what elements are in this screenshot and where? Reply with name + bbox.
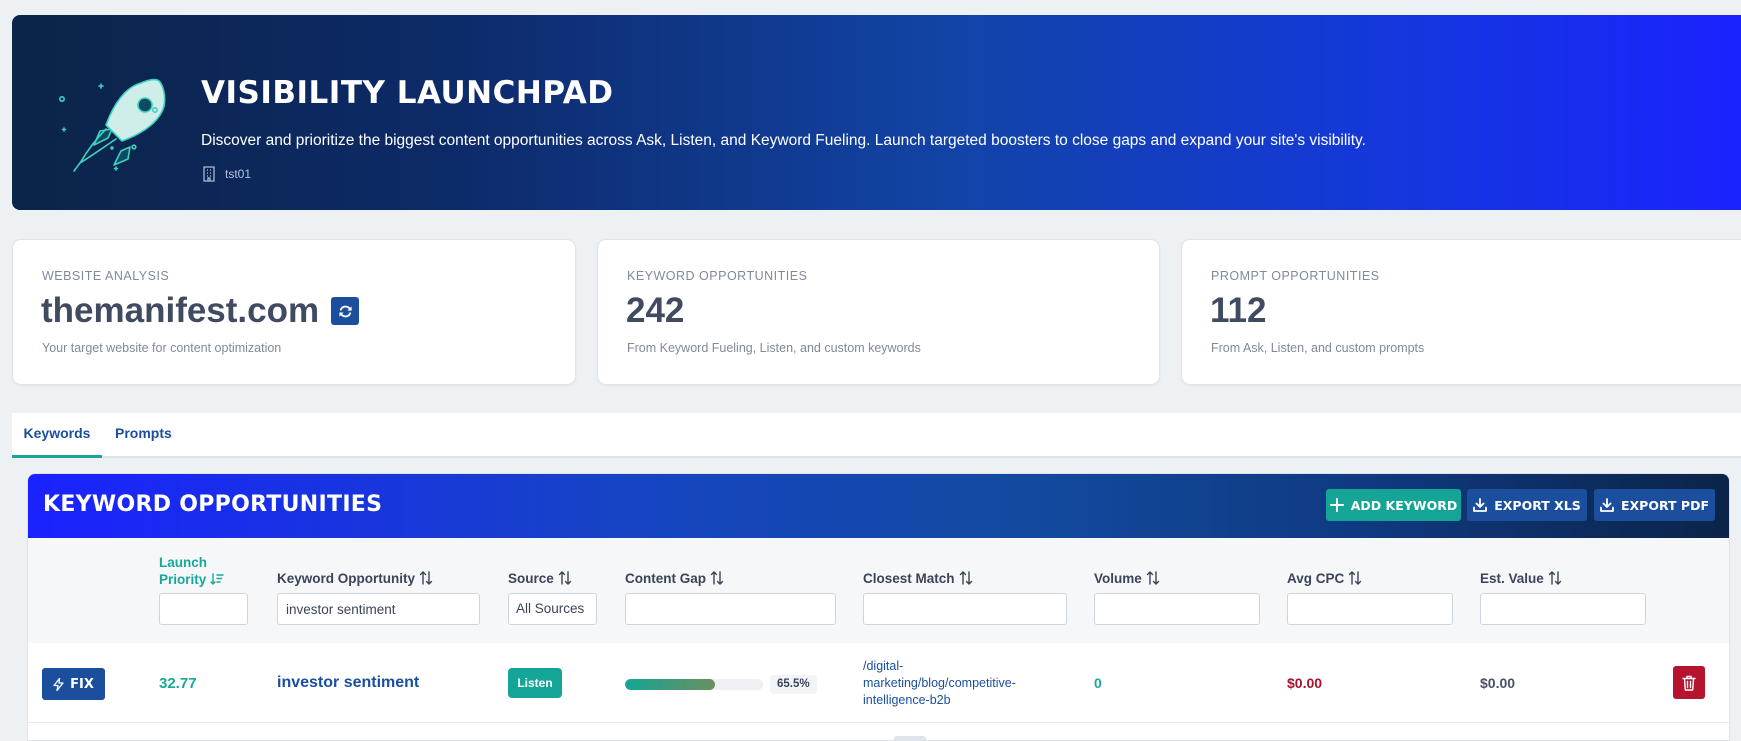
sort-icon (959, 571, 972, 585)
add-keyword-label: ADD KEYWORD (1350, 497, 1458, 513)
source-filter-select[interactable]: All Sources (508, 593, 597, 625)
closest-match-filter-input[interactable] (863, 593, 1067, 625)
keyword-filter-input[interactable] (277, 593, 480, 625)
download-icon (1473, 498, 1488, 512)
column-header-keyword[interactable]: Keyword Opportunity (277, 571, 433, 586)
tab-bar: Keywords Prompts (12, 413, 1741, 458)
page-description: Discover and prioritize the biggest cont… (201, 132, 1366, 149)
source-badge: Listen (508, 668, 562, 698)
column-header-avg-cpc-label: Avg CPC (1287, 571, 1345, 586)
table-row: FIX 32.77 investor sentiment Listen 65.5… (28, 643, 1729, 723)
sort-icon (1349, 571, 1362, 585)
pagination-button[interactable] (894, 736, 926, 740)
est-value-value: $0.00 (1480, 675, 1516, 691)
page-title: VISIBILITY LAUNCHPAD (201, 75, 614, 111)
content-gap-percent: 65.5% (770, 675, 817, 694)
website-domain: themanifest.com (41, 291, 320, 330)
column-header-source-label: Source (508, 571, 554, 586)
export-xls-label: EXPORT XLS (1494, 497, 1581, 513)
content-gap-filter-input[interactable] (625, 593, 836, 625)
column-header-priority-line1: Launch (159, 555, 208, 570)
plus-icon (1329, 498, 1344, 512)
refresh-icon (339, 305, 352, 317)
lightning-icon (53, 677, 64, 691)
sort-icon (1548, 571, 1561, 585)
add-keyword-button[interactable]: ADD KEYWORD (1326, 489, 1461, 521)
delete-button[interactable] (1673, 666, 1705, 699)
column-header-content-gap-label: Content Gap (625, 571, 706, 586)
tab-prompts[interactable]: Prompts (115, 413, 172, 458)
keyword-opportunities-card: KEYWORD OPPORTUNITIES 242 From Keyword F… (597, 239, 1160, 385)
fix-button[interactable]: FIX (42, 668, 105, 700)
avg-cpc-value: $0.00 (1287, 675, 1323, 691)
est-value-filter-input[interactable] (1480, 593, 1646, 625)
column-header-volume-label: Volume (1094, 571, 1142, 586)
column-header-priority-line2: Priority (159, 572, 207, 587)
content-gap-bar (625, 679, 763, 690)
volume-value: 0 (1094, 675, 1102, 691)
fix-label: FIX (70, 676, 94, 692)
volume-filter-input[interactable] (1094, 593, 1260, 625)
column-header-keyword-label: Keyword Opportunity (277, 571, 415, 586)
card-description: Your target website for content optimiza… (42, 341, 282, 355)
column-header-closest-match-label: Closest Match (863, 571, 955, 586)
sort-icon (558, 571, 571, 585)
avg-cpc-filter-input[interactable] (1287, 593, 1453, 625)
website-analysis-card: WEBSITE ANALYSIS themanifest.com Your ta… (12, 239, 576, 385)
column-header-priority[interactable]: Launch Priority (159, 554, 224, 588)
panel-title: KEYWORD OPPORTUNITIES (43, 492, 383, 517)
building-icon (203, 166, 215, 182)
panel-header: KEYWORD OPPORTUNITIES ADD KEYWORD EXPORT… (28, 474, 1729, 538)
sort-icon (1146, 571, 1159, 585)
rocket-icon (58, 78, 166, 172)
column-header-avg-cpc[interactable]: Avg CPC (1287, 571, 1362, 586)
sort-descending-icon (210, 573, 224, 585)
card-value: 112 (1210, 291, 1267, 330)
download-icon (1600, 498, 1614, 512)
column-header-bar (28, 538, 1729, 643)
card-description: From Keyword Fueling, Listen, and custom… (627, 341, 921, 355)
export-pdf-button[interactable]: EXPORT PDF (1594, 489, 1715, 521)
organization-label: tst01 (202, 166, 251, 182)
export-pdf-label: EXPORT PDF (1621, 497, 1709, 513)
refresh-website-button[interactable] (331, 297, 360, 325)
priority-filter-input[interactable] (159, 593, 248, 625)
sort-icon (419, 571, 433, 585)
content-gap-fill (625, 679, 716, 690)
organization-name: tst01 (225, 167, 252, 181)
column-header-volume[interactable]: Volume (1094, 571, 1160, 586)
column-header-closest-match[interactable]: Closest Match (863, 571, 973, 586)
keyword-value[interactable]: investor sentiment (277, 674, 419, 692)
prompt-opportunities-card: PROMPT OPPORTUNITIES 112 From Ask, Liste… (1181, 239, 1741, 385)
card-label: PROMPT OPPORTUNITIES (1211, 269, 1380, 283)
column-header-est-value-label: Est. Value (1480, 571, 1544, 586)
keyword-opportunities-panel: KEYWORD OPPORTUNITIES ADD KEYWORD EXPORT… (27, 473, 1730, 741)
card-value: themanifest.com (41, 291, 360, 331)
trash-icon (1682, 675, 1696, 691)
hero-banner: VISIBILITY LAUNCHPAD Discover and priori… (12, 15, 1741, 210)
column-header-content-gap[interactable]: Content Gap (625, 571, 724, 586)
sort-icon (710, 571, 724, 585)
export-xls-button[interactable]: EXPORT XLS (1467, 489, 1587, 521)
card-value: 242 (626, 291, 685, 330)
column-header-source[interactable]: Source (508, 571, 572, 586)
card-label: KEYWORD OPPORTUNITIES (627, 269, 808, 283)
launch-priority-value: 32.77 (159, 675, 197, 692)
card-description: From Ask, Listen, and custom prompts (1211, 341, 1425, 355)
tab-keywords[interactable]: Keywords (12, 413, 102, 458)
closest-match-link[interactable]: /digital-marketing/blog/competitive-inte… (863, 658, 1048, 709)
card-label: WEBSITE ANALYSIS (42, 269, 170, 283)
column-header-est-value[interactable]: Est. Value (1480, 571, 1562, 586)
